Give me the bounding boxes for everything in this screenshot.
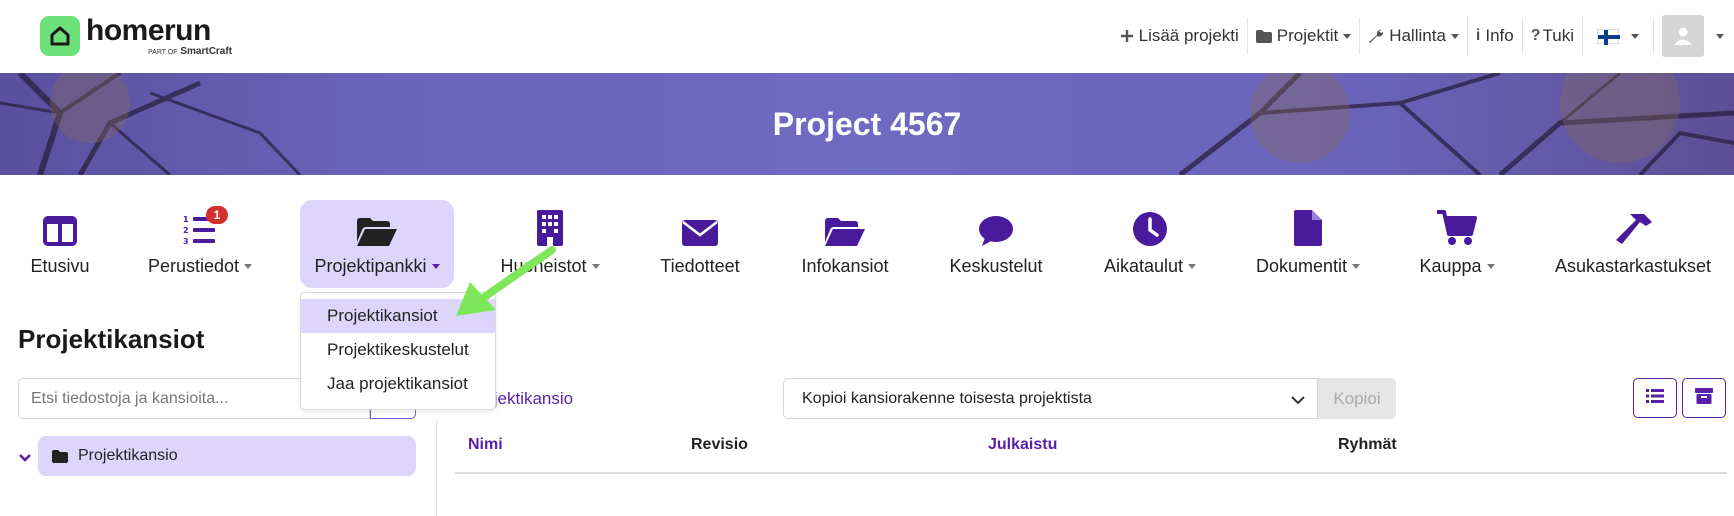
page-title: Projektikansiot	[18, 324, 205, 354]
add-project-button[interactable]: Lisää projekti	[1112, 18, 1248, 54]
tree-folder-item[interactable]: Projektikansio	[38, 436, 416, 476]
info-link[interactable]: i Info	[1468, 18, 1523, 54]
project-title: Project 4567	[772, 105, 962, 142]
chevron-down-icon	[1188, 264, 1197, 269]
chevron-down-icon	[1343, 33, 1352, 39]
module-keskustelut[interactable]: Keskustelut	[940, 200, 1052, 288]
module-navigation: Etusivu 123 1 Perustiedot Projektipankki…	[0, 200, 1734, 290]
admin-menu[interactable]: Hallinta	[1360, 18, 1468, 54]
folder-icon	[1255, 29, 1272, 43]
module-tiedotteet[interactable]: Tiedotteet	[650, 200, 750, 288]
user-menu[interactable]	[1654, 15, 1734, 57]
wrench-icon	[1368, 28, 1384, 44]
finland-flag-icon	[1597, 28, 1620, 45]
svg-text:2: 2	[183, 226, 189, 235]
home-icon	[40, 16, 80, 56]
module-perustiedot[interactable]: 123 1 Perustiedot	[140, 200, 260, 288]
question-icon: ?	[1530, 27, 1541, 44]
list-icon	[1646, 388, 1664, 408]
archive-icon	[1695, 387, 1713, 409]
hammer-icon	[1614, 210, 1652, 246]
module-aikataulut[interactable]: Aikataulut	[1092, 200, 1208, 288]
menu-item-jaa-projektikansiot[interactable]: Jaa projektikansiot	[301, 367, 495, 401]
chevron-down-icon	[591, 264, 600, 269]
top-navbar: homerun PART OF SmartCraft Lisää projekt…	[0, 0, 1734, 73]
notification-badge: 1	[206, 206, 228, 224]
copy-button[interactable]: Kopioi	[1318, 378, 1396, 419]
brand-subtitle: PART OF SmartCraft	[148, 46, 233, 57]
projects-menu[interactable]: Projektit	[1248, 18, 1361, 54]
folder-icon	[52, 449, 68, 463]
panel-divider	[436, 420, 437, 516]
module-asukastarkastukset[interactable]: Asukastarkastukset	[1548, 200, 1718, 288]
module-projektipankki[interactable]: Projektipankki	[300, 200, 454, 288]
cart-icon	[1437, 210, 1477, 246]
archive-button[interactable]	[1682, 378, 1726, 418]
column-header-published[interactable]: Julkaistu	[988, 436, 1057, 454]
svg-text:3: 3	[183, 237, 189, 246]
project-banner: Project 4567	[0, 73, 1734, 175]
module-etusivu[interactable]: Etusivu	[20, 200, 100, 288]
plus-icon	[1120, 29, 1134, 43]
folder-open-icon	[825, 210, 865, 246]
chevron-down-icon	[1486, 264, 1495, 269]
file-icon	[1294, 210, 1322, 246]
chevron-down-icon	[244, 264, 253, 269]
module-dokumentit[interactable]: Dokumentit	[1246, 200, 1370, 288]
language-selector[interactable]	[1583, 18, 1654, 54]
envelope-icon	[682, 210, 718, 246]
menu-item-projektikeskustelut[interactable]: Projektikeskustelut	[301, 333, 495, 367]
chevron-down-icon	[1291, 392, 1305, 410]
clock-icon	[1133, 210, 1167, 246]
module-kauppa[interactable]: Kauppa	[1410, 200, 1504, 288]
top-nav-menu: Lisää projekti Projektit Hallinta i Info…	[1112, 15, 1734, 57]
comment-icon	[979, 210, 1013, 246]
chevron-down-icon	[1631, 33, 1639, 39]
support-link[interactable]: ? Tuki	[1523, 18, 1583, 54]
module-infokansiot[interactable]: Infokansiot	[790, 200, 900, 288]
copy-structure-select[interactable]: Kopioi kansiorakenne toisesta projektist…	[783, 378, 1318, 419]
chevron-down-icon[interactable]	[18, 450, 32, 468]
column-header-revision: Revisio	[691, 436, 748, 453]
svg-text:1: 1	[183, 215, 189, 224]
chevron-down-icon	[1716, 33, 1724, 39]
list-view-button[interactable]	[1633, 378, 1677, 418]
chevron-down-icon	[1450, 33, 1459, 39]
homerun-logo[interactable]: homerun PART OF SmartCraft	[40, 16, 232, 60]
folder-open-icon	[357, 210, 397, 246]
annotation-arrow-icon	[456, 246, 556, 316]
column-header-name[interactable]: Nimi	[468, 436, 503, 454]
chevron-down-icon	[431, 264, 440, 269]
brand-name: homerun	[86, 14, 211, 47]
chevron-down-icon	[1352, 264, 1361, 269]
column-header-groups: Ryhmät	[1338, 436, 1397, 453]
info-icon: i	[1475, 27, 1481, 44]
table-header-divider	[455, 472, 1727, 474]
user-avatar-icon	[1662, 15, 1704, 57]
columns-icon	[43, 210, 77, 246]
